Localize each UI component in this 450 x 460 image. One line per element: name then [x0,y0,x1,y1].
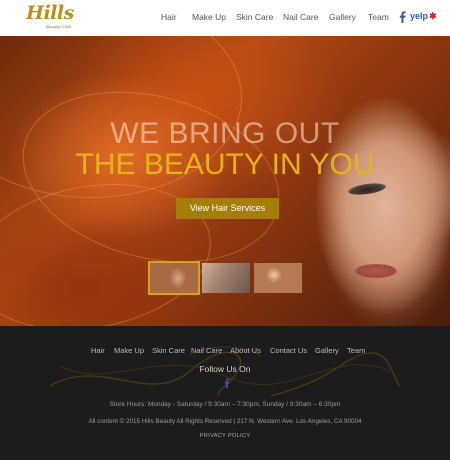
site-header: Hills Beauty Club Hair Make Up Skin Care… [0,0,450,36]
yelp-link[interactable]: yelp✱ [410,11,437,22]
yelp-burst-icon: ✱ [429,11,437,21]
follow-us-label: Follow Us On [199,364,251,374]
privacy-policy-link[interactable]: PRIVACY POLICY [0,433,450,439]
footer-nav-about-us[interactable]: About Us [230,346,261,355]
nav-nail-care[interactable]: Nail Care [283,12,318,22]
hero-thumbnail-3[interactable] [254,263,302,293]
main-nav: Hair Make Up Skin Care Nail Care Gallery… [0,12,450,24]
copyright-text: All content © 2015 Hills Beauty All Righ… [88,418,362,425]
footer-nav-gallery[interactable]: Gallery [315,346,339,355]
site-footer: Hair Make Up Skin Care Nail Care About U… [0,326,450,460]
footer-nav: Hair Make Up Skin Care Nail Care About U… [0,346,450,358]
nav-make-up[interactable]: Make Up [192,12,226,22]
footer-nav-hair[interactable]: Hair [91,346,105,355]
footer-nav-make-up[interactable]: Make Up [114,346,144,355]
view-hair-services-button[interactable]: View Hair Services [176,198,279,219]
footer-nav-nail-care[interactable]: Nail Care [191,346,222,355]
model-lips [355,264,397,278]
facebook-icon[interactable] [399,11,406,23]
hero-banner: WE BRING OUT THE BEAUTY IN YOU View Hair… [0,36,450,326]
footer-nav-team[interactable]: Team [347,346,365,355]
hero-headline-bottom: THE BEAUTY IN YOU [75,148,375,181]
nav-gallery[interactable]: Gallery [329,12,356,22]
hero-headline-top: WE BRING OUT [110,117,340,150]
hero-thumbnail-1[interactable] [148,261,200,295]
facebook-icon[interactable] [224,378,230,388]
logo-tagline: Beauty Club [46,24,71,29]
nav-team[interactable]: Team [368,12,389,22]
yelp-label: yelp [410,11,429,21]
store-hours: Store Hours: Monday - Saturday / 9:30am … [109,401,341,408]
nav-hair[interactable]: Hair [161,12,177,22]
nav-skin-care[interactable]: Skin Care [236,12,273,22]
hero-thumbnail-2[interactable] [202,263,250,293]
hero-thumbnail-strip [148,261,310,295]
footer-nav-contact-us[interactable]: Contact Us [270,346,307,355]
footer-nav-skin-care[interactable]: Skin Care [152,346,185,355]
